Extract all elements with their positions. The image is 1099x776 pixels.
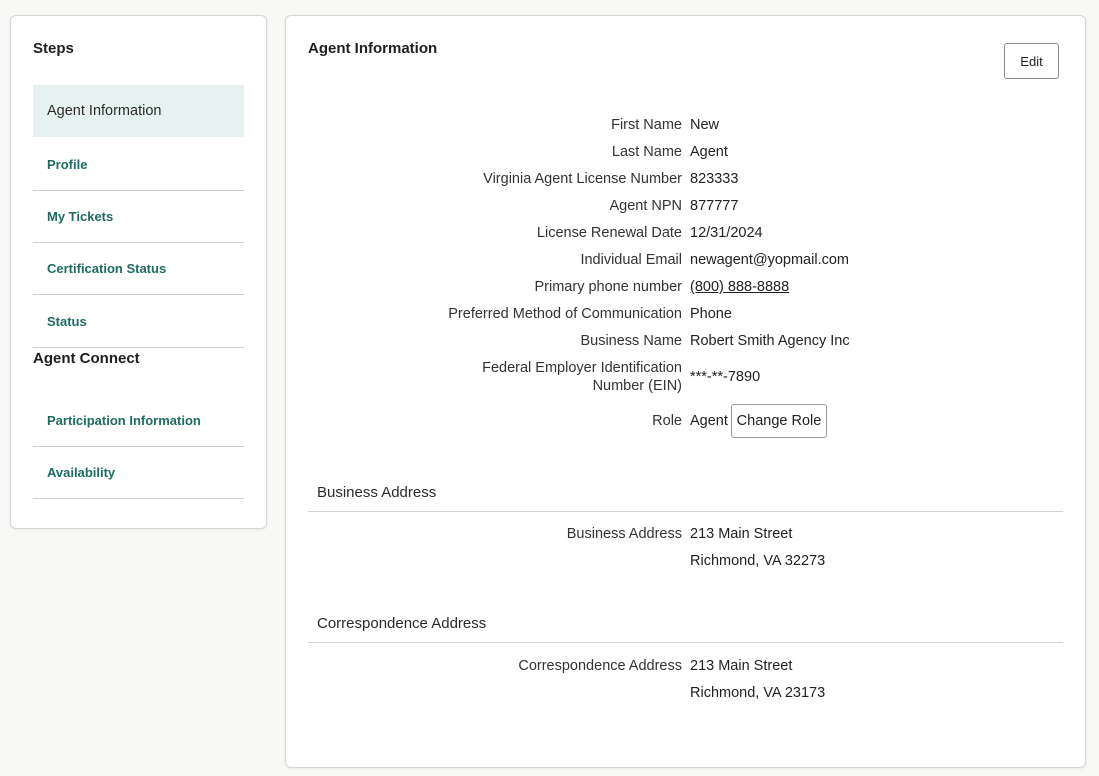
field-value: newagent@yopmail.com — [690, 252, 849, 268]
connect-label: Participation Information — [47, 413, 201, 428]
section-divider — [308, 511, 1063, 512]
field-value: 12/31/2024 — [690, 225, 763, 241]
page-title: Agent Information — [308, 40, 438, 57]
step-label: Profile — [47, 157, 88, 172]
steps-heading: Steps — [33, 40, 74, 57]
field-label: Primary phone number — [534, 279, 683, 295]
business-address-section-title: Business Address — [317, 484, 437, 501]
edit-button[interactable]: Edit — [1004, 43, 1059, 79]
connect-label: Availability — [47, 465, 116, 480]
field-value: Phone — [690, 306, 732, 322]
field-business-name: Business Name Robert Smith Agency Inc — [286, 332, 1086, 352]
field-license-number: Virginia Agent License Number 823333 — [286, 170, 1086, 190]
field-label: Business Name — [580, 333, 682, 349]
steps-sidebar: Steps Agent Information Profile My Ticke… — [10, 15, 267, 529]
field-primary-phone: Primary phone number (800) 888-8888 — [286, 278, 1086, 298]
field-label: Individual Email — [580, 252, 682, 268]
step-label: Certification Status — [47, 261, 167, 276]
step-certification-status[interactable]: Certification Status — [33, 243, 244, 295]
field-correspondence-address: Correspondence Address 213 Main Street — [286, 657, 1086, 677]
address-line1: 213 Main Street — [690, 658, 793, 674]
connect-availability[interactable]: Availability — [33, 447, 244, 499]
field-label: License Renewal Date — [536, 225, 682, 241]
step-profile[interactable]: Profile — [33, 139, 244, 191]
agent-information-panel: Agent Information Edit First Name New La… — [285, 15, 1086, 768]
field-label: Last Name — [611, 144, 682, 160]
field-label: Business Address — [566, 526, 682, 542]
field-role: Role Agent Change Role — [286, 404, 1086, 438]
field-license-renewal-date: License Renewal Date 12/31/2024 — [286, 224, 1086, 244]
field-label: Agent NPN — [609, 198, 682, 214]
field-value: Robert Smith Agency Inc — [690, 333, 850, 349]
field-value: Agent — [690, 144, 728, 160]
field-label: Preferred Method of Communication — [448, 306, 682, 322]
agent-connect-heading: Agent Connect — [33, 350, 140, 367]
field-ein: Federal Employer Identification Number (… — [286, 359, 1086, 399]
phone-link[interactable]: (800) 888-8888 — [690, 278, 789, 296]
field-label: Role — [652, 413, 682, 429]
address-line2: Richmond, VA 23173 — [690, 685, 826, 701]
field-business-address: Business Address 213 Main Street — [286, 525, 1086, 545]
correspondence-address-section-title: Correspondence Address — [317, 615, 487, 632]
field-preferred-communication: Preferred Method of Communication Phone — [286, 305, 1086, 325]
field-first-name: First Name New — [286, 116, 1086, 136]
field-value: 823333 — [690, 171, 739, 187]
field-agent-npn: Agent NPN 877777 — [286, 197, 1086, 217]
step-my-tickets[interactable]: My Tickets — [33, 191, 244, 243]
ein-label-line1: Federal Employer Identification — [482, 360, 682, 376]
field-value: Agent — [690, 413, 728, 429]
field-last-name: Last Name Agent — [286, 143, 1086, 163]
step-label: Status — [47, 314, 87, 329]
field-value: ***-**-7890 — [690, 369, 761, 385]
step-label: My Tickets — [47, 209, 114, 224]
section-divider — [308, 642, 1063, 643]
field-label: First Name — [611, 117, 682, 133]
field-label: Correspondence Address — [518, 658, 682, 674]
address-line2: Richmond, VA 32273 — [690, 553, 826, 569]
field-correspondence-address-line2: Richmond, VA 23173 — [286, 684, 1086, 704]
field-individual-email: Individual Email newagent@yopmail.com — [286, 251, 1086, 271]
ein-label-line2: Number (EIN) — [592, 378, 682, 394]
step-agent-information[interactable]: Agent Information — [33, 85, 244, 137]
change-role-button[interactable]: Change Role — [731, 404, 827, 438]
field-label: Federal Employer Identification Number (… — [482, 359, 682, 395]
field-business-address-line2: Richmond, VA 32273 — [286, 552, 1086, 572]
field-value: New — [690, 117, 720, 133]
connect-participation-information[interactable]: Participation Information — [33, 395, 244, 447]
field-value: 877777 — [690, 198, 739, 214]
step-label: Agent Information — [47, 103, 162, 119]
step-status[interactable]: Status — [33, 296, 244, 348]
address-line1: 213 Main Street — [690, 526, 793, 542]
field-label: Virginia Agent License Number — [483, 171, 682, 187]
